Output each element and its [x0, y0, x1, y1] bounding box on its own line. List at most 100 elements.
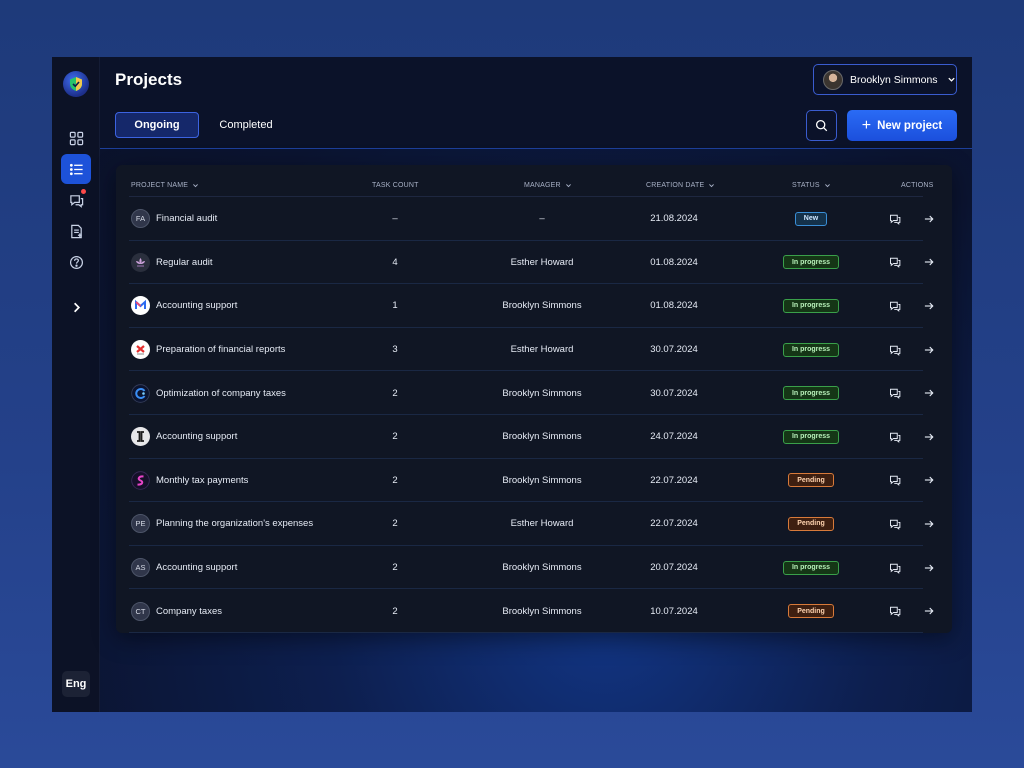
creation-date: 30.07.2024: [650, 344, 698, 356]
arrow-right-icon: [924, 476, 934, 484]
open-project-button[interactable]: [923, 197, 937, 241]
comment-button[interactable]: [889, 197, 903, 241]
project-name[interactable]: Accounting support: [156, 562, 237, 573]
chat-icon: [890, 563, 901, 574]
project-name[interactable]: Monthly tax payments: [156, 475, 248, 486]
help-icon[interactable]: [61, 247, 91, 277]
manager-name: Brooklyn Simmons: [502, 474, 582, 486]
open-project-button[interactable]: [923, 415, 937, 459]
table-row[interactable]: FA Financial audit – – 21.08.2024 New: [129, 197, 934, 241]
sidebar: Eng: [52, 57, 100, 712]
page-title: Projects: [115, 70, 183, 89]
open-project-button[interactable]: [923, 459, 937, 503]
comment-button[interactable]: [889, 546, 903, 590]
header-project-name[interactable]: PROJECT NAME: [131, 173, 199, 197]
comment-button[interactable]: [889, 241, 903, 285]
table-row[interactable]: Accounting support 2 Brooklyn Simmons 24.07…: [129, 415, 934, 459]
user-menu-button[interactable]: Brooklyn Simmons: [813, 64, 957, 95]
status-cell: Pending: [761, 589, 861, 633]
status-badge: Pending: [788, 516, 834, 531]
chevron-down-icon: [947, 77, 955, 82]
project-name[interactable]: Company taxes: [156, 606, 222, 617]
header-creation-date[interactable]: CREATION DATE: [646, 173, 715, 197]
project-name[interactable]: Regular audit: [156, 257, 213, 268]
manager-name: Brooklyn Simmons: [502, 431, 582, 443]
project-name[interactable]: Preparation of financial reports: [156, 344, 285, 355]
project-initials-avatar: CT: [131, 601, 150, 621]
dashboard-icon[interactable]: [61, 123, 91, 153]
table-row[interactable]: Accounting support 1 Brooklyn Simmons 01.08…: [129, 284, 934, 328]
m-logo-icon: [131, 296, 150, 316]
comment-button[interactable]: [889, 328, 903, 372]
open-project-button[interactable]: [923, 589, 937, 633]
status-cell: In progress: [761, 415, 861, 459]
list-icon[interactable]: [61, 154, 91, 184]
project-name[interactable]: Optimization of company taxes: [156, 388, 286, 399]
creation-date: 01.08.2024: [650, 256, 698, 268]
header-manager[interactable]: MANAGER: [524, 173, 572, 197]
open-project-button[interactable]: [923, 241, 937, 285]
comment-button[interactable]: [889, 415, 903, 459]
comment-button[interactable]: [889, 589, 903, 633]
tab-completed[interactable]: Completed: [208, 112, 284, 138]
status-badge: In progress: [782, 342, 840, 357]
project-name[interactable]: Accounting support: [156, 300, 237, 311]
task-count: –: [392, 213, 398, 225]
arrow-right-icon: [924, 389, 934, 397]
status-cell: In progress: [761, 241, 861, 285]
chat-icon: [890, 519, 901, 530]
chat-icon[interactable]: [61, 185, 91, 215]
project-name[interactable]: Planning the organization's expenses: [156, 518, 313, 529]
plus-icon: +: [861, 116, 872, 134]
task-count: 2: [392, 387, 398, 399]
project-name-cell: Monthly tax payments: [131, 459, 361, 503]
chat-icon: [890, 301, 901, 312]
table-row[interactable]: Preparation of financial reports 3 Esther …: [129, 328, 934, 372]
avatar: [823, 69, 843, 90]
status-badge: Pending: [788, 604, 834, 619]
comment-button[interactable]: [889, 284, 903, 328]
header-status[interactable]: STATUS: [792, 173, 831, 197]
table-header: PROJECT NAME TASK COUNT MANAGER CREATION…: [129, 173, 933, 197]
header-actions: ACTIONS: [901, 181, 934, 189]
chevron-right-icon[interactable]: [61, 292, 91, 322]
app-window: Eng Projects Brooklyn Simmons Ongoing Co…: [52, 57, 972, 712]
new-project-button[interactable]: + New project: [847, 110, 957, 141]
table-row[interactable]: Regular audit 4 Esther Howard 01.08.2024 In …: [129, 241, 934, 285]
comment-button[interactable]: [889, 459, 903, 503]
open-project-button[interactable]: [923, 328, 937, 372]
status-cell: In progress: [761, 328, 861, 372]
arrow-right-icon: [924, 564, 934, 571]
table-row[interactable]: Optimization of company taxes 2 Brooklyn S…: [129, 371, 934, 415]
manager-name: Esther Howard: [510, 256, 574, 268]
comment-button[interactable]: [889, 371, 903, 415]
table-row[interactable]: CT Company taxes 2 Brooklyn Simmons 10.07.20…: [129, 589, 934, 633]
open-project-button[interactable]: [923, 502, 937, 546]
search-button[interactable]: [806, 110, 837, 141]
chevron-down-icon: [709, 183, 715, 187]
chevron-down-icon: [565, 183, 571, 187]
project-name-cell: PE Planning the organization's expenses: [131, 502, 361, 546]
open-project-button[interactable]: [923, 546, 937, 590]
language-switch[interactable]: Eng: [62, 671, 90, 697]
tab-ongoing[interactable]: Ongoing: [115, 112, 199, 138]
open-project-button[interactable]: [923, 371, 937, 415]
task-count: 4: [392, 256, 398, 268]
project-name[interactable]: Accounting support: [156, 431, 237, 442]
project-name-cell: Accounting support: [131, 415, 361, 459]
task-count: 2: [392, 474, 398, 486]
comment-button[interactable]: [889, 502, 903, 546]
table-row[interactable]: Monthly tax payments 2 Brooklyn Simmons 22.…: [129, 459, 934, 503]
open-project-button[interactable]: [923, 284, 937, 328]
document-add-icon[interactable]: [61, 216, 91, 246]
table-row[interactable]: AS Accounting support 2 Brooklyn Simmons 20.…: [129, 546, 934, 590]
arrow-right-icon: [924, 215, 934, 223]
header-task-count: TASK COUNT: [372, 181, 419, 189]
task-count: 1: [392, 300, 398, 312]
table-row[interactable]: PE Planning the organization's expenses 2 E…: [129, 502, 934, 546]
chevron-down-icon: [824, 183, 830, 187]
creation-date: 21.08.2024: [650, 213, 698, 225]
chat-icon: [890, 345, 901, 356]
project-name[interactable]: Financial audit: [156, 213, 217, 224]
creation-date: 24.07.2024: [650, 431, 698, 443]
